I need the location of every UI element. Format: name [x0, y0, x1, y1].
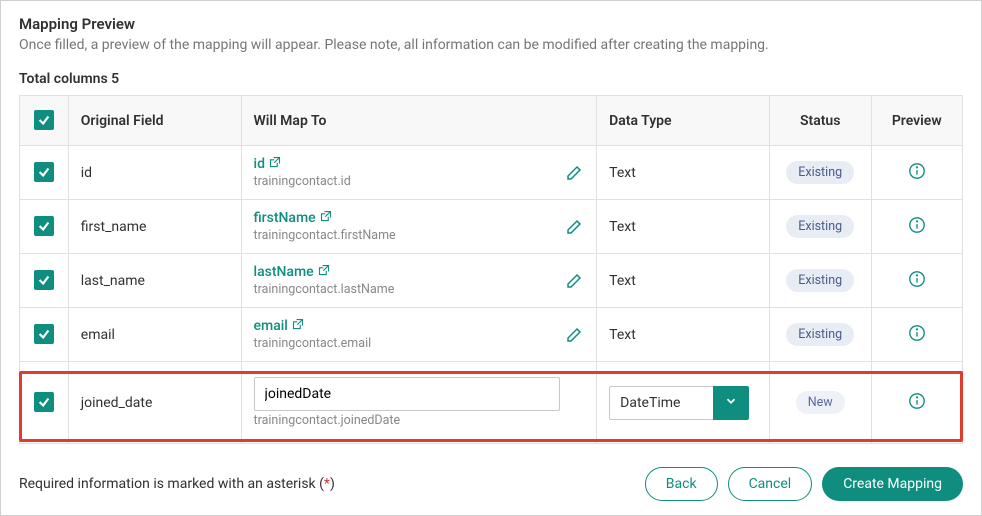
edit-mapping-button[interactable]	[566, 165, 582, 181]
will-map-to-cell: email trainingcontact.email	[241, 308, 597, 362]
data-type-dropdown-button[interactable]	[713, 386, 749, 420]
total-columns-label: Total columns 5	[19, 71, 963, 87]
select-all-checkbox[interactable]	[34, 110, 54, 130]
edit-mapping-button[interactable]	[566, 327, 582, 343]
footer-buttons: Back Cancel Create Mapping	[645, 467, 963, 501]
original-field-cell: id	[68, 146, 241, 200]
original-field-cell: joined_date	[68, 362, 241, 444]
status-cell: New	[769, 362, 871, 444]
external-link-icon	[320, 210, 332, 226]
header-status: Status	[769, 96, 871, 146]
table-row: emailemail trainingcontact.emailTextExis…	[20, 308, 963, 362]
external-link-icon	[318, 264, 330, 280]
original-field-cell: last_name	[68, 254, 241, 308]
data-type-cell: Text	[597, 146, 770, 200]
data-type-value: DateTime	[609, 386, 713, 420]
row-checkbox-cell	[20, 254, 69, 308]
row-checkbox-cell	[20, 200, 69, 254]
external-link-icon	[269, 156, 281, 172]
row-checkbox-cell	[20, 146, 69, 200]
edit-mapping-button[interactable]	[566, 273, 582, 289]
map-to-subtext: trainingcontact.id	[254, 174, 561, 189]
preview-cell	[871, 254, 963, 308]
preview-cell	[871, 308, 963, 362]
status-badge: Existing	[786, 269, 854, 292]
back-button[interactable]: Back	[645, 467, 718, 501]
status-cell: Existing	[769, 200, 871, 254]
panel-subtitle: Once filled, a preview of the mapping wi…	[19, 37, 963, 53]
original-field-cell: email	[68, 308, 241, 362]
status-badge: New	[796, 391, 845, 414]
row-checkbox-cell	[20, 362, 69, 444]
row-checkbox[interactable]	[34, 216, 54, 236]
header-original-field: Original Field	[68, 96, 241, 146]
map-to-subtext: trainingcontact.joinedDate	[254, 413, 561, 428]
status-cell: Existing	[769, 146, 871, 200]
header-data-type: Data Type	[597, 96, 770, 146]
preview-info-button[interactable]	[908, 270, 926, 288]
table-row: joined_date trainingcontact.joinedDate Dat…	[20, 362, 963, 444]
status-cell: Existing	[769, 254, 871, 308]
status-badge: Existing	[786, 215, 854, 238]
preview-cell	[871, 362, 963, 444]
cancel-button[interactable]: Cancel	[728, 467, 813, 501]
will-map-to-cell: lastName trainingcontact.lastName	[241, 254, 597, 308]
map-to-link[interactable]: email	[254, 318, 304, 334]
data-type-select[interactable]: DateTime	[609, 386, 749, 420]
required-note-suffix: )	[330, 476, 335, 492]
table-row: last_namelastName trainingcontact.lastNa…	[20, 254, 963, 308]
data-type-cell: Text	[597, 200, 770, 254]
header-will-map-to: Will Map To	[241, 96, 597, 146]
map-to-link[interactable]: lastName	[254, 264, 330, 280]
preview-info-button[interactable]	[908, 162, 926, 180]
header-checkbox-cell	[20, 96, 69, 146]
status-cell: Existing	[769, 308, 871, 362]
preview-cell	[871, 146, 963, 200]
map-to-link[interactable]: firstName	[254, 210, 332, 226]
chevron-down-icon	[724, 394, 738, 412]
row-checkbox[interactable]	[34, 270, 54, 290]
preview-info-button[interactable]	[908, 392, 926, 410]
create-mapping-button[interactable]: Create Mapping	[822, 467, 963, 501]
edit-mapping-button[interactable]	[566, 219, 582, 235]
original-field-cell: first_name	[68, 200, 241, 254]
mapping-table: Original Field Will Map To Data Type Sta…	[19, 95, 963, 444]
status-badge: Existing	[786, 323, 854, 346]
status-badge: Existing	[786, 161, 854, 184]
map-to-input[interactable]	[254, 377, 561, 411]
data-type-cell: DateTime	[597, 362, 770, 444]
table-row: first_namefirstName trainingcontact.firs…	[20, 200, 963, 254]
map-to-subtext: trainingcontact.lastName	[254, 282, 561, 297]
map-to-subtext: trainingcontact.firstName	[254, 228, 561, 243]
preview-info-button[interactable]	[908, 324, 926, 342]
row-checkbox[interactable]	[34, 324, 54, 344]
table-row: idid trainingcontact.idTextExisting	[20, 146, 963, 200]
row-checkbox[interactable]	[34, 162, 54, 182]
will-map-to-cell: trainingcontact.joinedDate	[241, 362, 597, 444]
map-to-link[interactable]: id	[254, 156, 281, 172]
will-map-to-cell: firstName trainingcontact.firstName	[241, 200, 597, 254]
row-checkbox[interactable]	[34, 392, 54, 412]
header-preview: Preview	[871, 96, 963, 146]
footer-bar: Required information is marked with an a…	[19, 467, 963, 501]
data-type-cell: Text	[597, 308, 770, 362]
data-type-cell: Text	[597, 254, 770, 308]
required-note: Required information is marked with an a…	[19, 476, 335, 492]
preview-info-button[interactable]	[908, 216, 926, 234]
row-checkbox-cell	[20, 308, 69, 362]
mapping-preview-panel: Mapping Preview Once filled, a preview o…	[0, 0, 982, 516]
required-note-prefix: Required information is marked with an a…	[19, 476, 324, 492]
external-link-icon	[292, 318, 304, 334]
map-to-subtext: trainingcontact.email	[254, 336, 561, 351]
will-map-to-cell: id trainingcontact.id	[241, 146, 597, 200]
panel-title: Mapping Preview	[19, 15, 963, 33]
preview-cell	[871, 200, 963, 254]
